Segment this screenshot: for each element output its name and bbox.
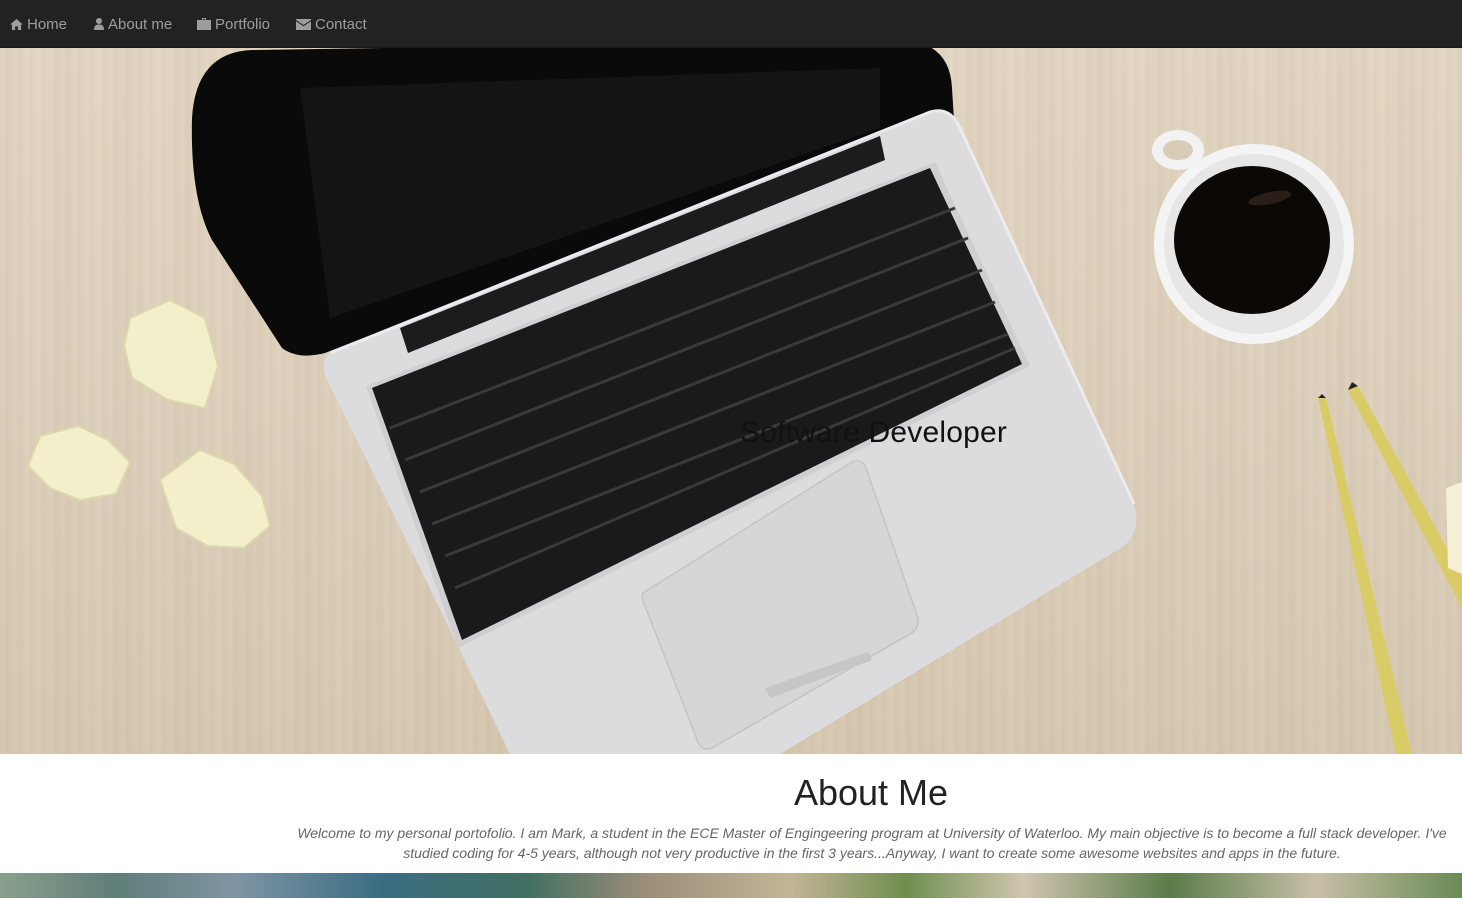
about-description: Welcome to my personal portofolio. I am …	[297, 825, 1447, 861]
envelope-icon	[296, 18, 311, 30]
top-navbar: Home About me Portfolio Contact	[0, 0, 1462, 48]
nav-label-about: About me	[108, 15, 173, 33]
about-section: About Me Welcome to my personal portofol…	[0, 754, 1462, 873]
nav-link-home[interactable]: Home	[10, 0, 67, 48]
pencils-image	[1318, 382, 1462, 754]
crumpled-paper-image	[26, 298, 272, 550]
campus-background-image	[0, 873, 1462, 898]
user-icon	[94, 18, 104, 30]
nav-link-contact[interactable]: Contact	[296, 0, 367, 48]
hero-background-image	[26, 48, 1462, 754]
hero-title: Software Developer	[740, 416, 1008, 449]
home-icon	[10, 18, 23, 30]
hero-banner: Software Developer	[0, 48, 1462, 754]
coffee-cup-image	[1152, 130, 1354, 344]
nav-label-home: Home	[27, 15, 68, 33]
nav-label-portfolio: Portfolio	[215, 15, 271, 33]
nav-link-about[interactable]: About me	[94, 0, 172, 48]
about-heading: About Me	[793, 772, 949, 813]
nav-link-portfolio[interactable]: Portfolio	[197, 0, 270, 48]
briefcase-icon	[197, 18, 211, 30]
laptop-image	[191, 48, 1137, 754]
nav-label-contact: Contact	[315, 15, 367, 33]
